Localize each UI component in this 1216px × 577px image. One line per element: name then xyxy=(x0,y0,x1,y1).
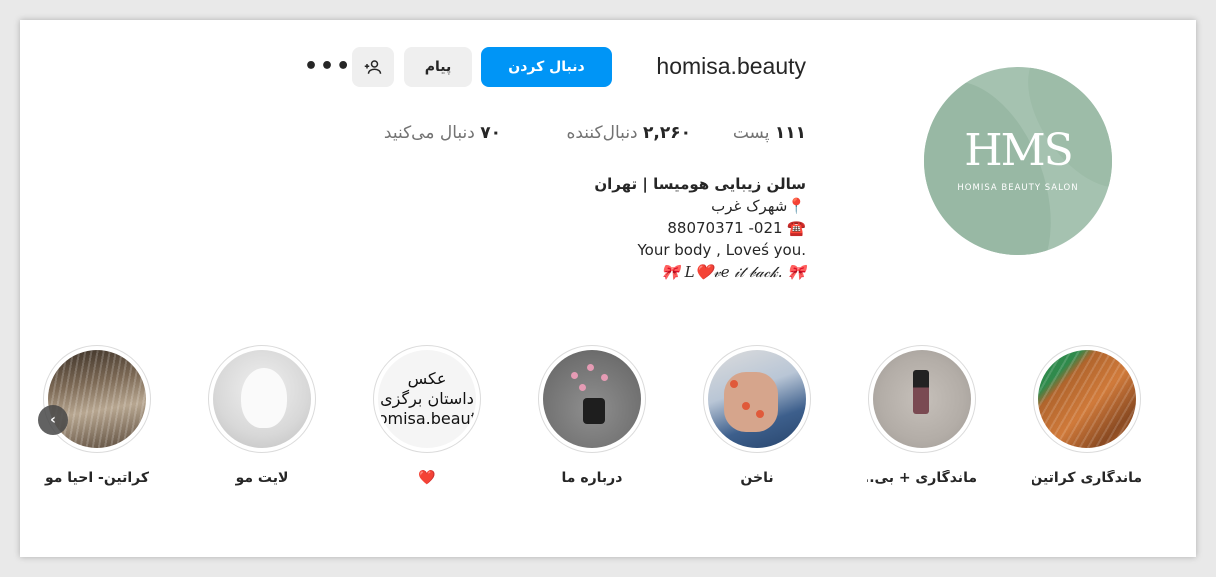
nail-dot xyxy=(756,410,764,418)
highlight-label: ❤️ xyxy=(418,470,436,486)
bio-location: 📍شهرک غرب xyxy=(711,197,806,215)
bio-name: سالن زیبایی هومیسا | تهران xyxy=(594,175,806,193)
flower-dot xyxy=(587,364,594,371)
followers-stat[interactable]: ۲,۲۶۰ دنبال‌کننده xyxy=(566,123,691,143)
highlight-ring xyxy=(703,345,811,453)
highlight-cover: عکس داستان برگزی homisa.beauty xyxy=(378,350,476,448)
posts-label: پست xyxy=(732,123,770,143)
followers-count: ۲,۲۶۰ xyxy=(643,123,691,143)
following-label: دنبال می‌کنید xyxy=(383,123,475,143)
highlight-ring xyxy=(208,345,316,453)
highlight-ring xyxy=(538,345,646,453)
profile-username: homisa.beauty xyxy=(656,53,806,79)
nail-dot xyxy=(730,380,738,388)
flower-dot xyxy=(571,372,578,379)
highlight-label: ماندگاری + بی... xyxy=(867,470,977,486)
highlight-cover xyxy=(48,350,146,448)
highlight-ring xyxy=(1033,345,1141,453)
highlight-ring xyxy=(868,345,976,453)
bio-tagline-2: 🎀 .L❤️𝓋𝑒 𝒾𝓉 𝒷𝒶𝒸𝓀 🎀 xyxy=(661,263,806,281)
posts-stat: ۱۱۱ پست xyxy=(733,123,806,143)
avatar-logo: HMS xyxy=(964,125,1074,176)
highlight-label: ماندگاری کراتین xyxy=(1032,470,1142,486)
bio-phone: ☎️ 021- 88070371 xyxy=(667,219,806,237)
flower-dot xyxy=(601,374,608,381)
bio-tagline: .Your body , Loveś you xyxy=(637,241,807,259)
highlight-item[interactable]: عکس داستان برگزی homisa.beauty ❤️ xyxy=(372,345,482,486)
following-count: ۷۰ xyxy=(480,123,501,143)
product-image xyxy=(583,398,605,424)
highlight-cover xyxy=(543,350,641,448)
highlight-label: کراتین- احیا مو xyxy=(44,470,150,486)
follow-button[interactable]: دنبال کردن xyxy=(481,47,612,87)
highlight-cover xyxy=(873,350,971,448)
message-button[interactable]: پیام xyxy=(404,47,472,87)
highlight-item[interactable]: لایت مو xyxy=(207,345,317,486)
more-options-icon[interactable]: ••• xyxy=(304,54,352,79)
highlight-cover xyxy=(213,350,311,448)
profile-bio: سالن زیبایی هومیسا | تهران 📍شهرک غرب ☎️ … xyxy=(546,173,806,283)
highlight-item[interactable]: ماندگاری کراتین xyxy=(1032,345,1142,486)
highlight-ring xyxy=(43,345,151,453)
profile-avatar[interactable]: HMS HOMISA BEAUTY SALON xyxy=(924,67,1112,255)
avatar-salon-text: HOMISA BEAUTY SALON xyxy=(957,183,1079,193)
hair-model-image xyxy=(241,368,287,428)
nail-dot xyxy=(742,402,750,410)
flower-dot xyxy=(579,384,586,391)
highlight-label: ناخن xyxy=(740,470,774,486)
nail-polish-image xyxy=(913,370,929,414)
highlight-item[interactable]: ناخن xyxy=(702,345,812,486)
add-user-icon xyxy=(364,60,382,74)
broken-image-alt-text: عکس داستان برگزی homisa.beauty xyxy=(378,369,476,428)
following-stat[interactable]: ۷۰ دنبال می‌کنید xyxy=(384,123,501,143)
profile-card: HMS HOMISA BEAUTY SALON homisa.beauty دن… xyxy=(20,20,1196,557)
chevron-left-icon[interactable]: ‹ xyxy=(38,405,68,435)
highlight-ring: عکس داستان برگزی homisa.beauty xyxy=(373,345,481,453)
highlight-item[interactable]: ماندگاری + بی... xyxy=(867,345,977,486)
suggested-users-button[interactable] xyxy=(352,47,394,87)
highlight-cover xyxy=(1038,350,1136,448)
followers-label: دنبال‌کننده xyxy=(566,123,638,143)
highlight-label: درباره ما xyxy=(561,470,623,486)
highlight-label: لایت مو xyxy=(235,470,289,486)
highlight-item[interactable]: درباره ما xyxy=(537,345,647,486)
posts-count: ۱۱۱ xyxy=(774,123,806,143)
highlight-cover xyxy=(708,350,806,448)
